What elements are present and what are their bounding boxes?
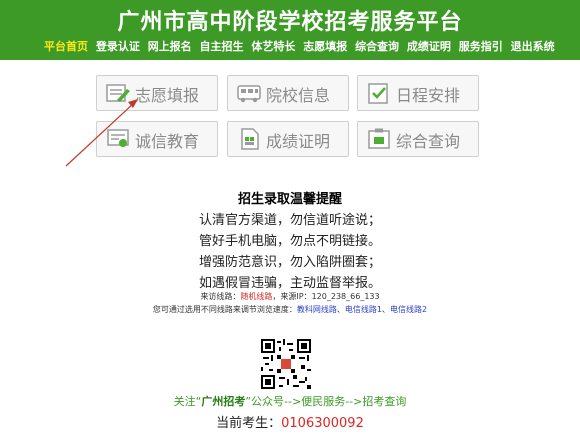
- follow-post: ”公众号-->便民服务-->招考查询: [245, 395, 407, 408]
- tile-comprehensive-query[interactable]: 综合查询: [357, 121, 479, 157]
- tile-schedule[interactable]: 日程安排: [357, 75, 479, 111]
- nav-score-cert[interactable]: 成绩证明: [407, 40, 451, 53]
- current-number: 0106300092: [281, 416, 364, 431]
- school-bus-icon: [237, 85, 261, 103]
- tile-score-cert-label: 成绩证明: [266, 132, 331, 151]
- reminder-line: 认清官方渠道，勿信道听途说；: [198, 213, 381, 228]
- route-link-telecom2[interactable]: 电信线路2: [390, 305, 427, 314]
- search-folder-icon: [368, 128, 390, 149]
- route-sep: 、: [382, 305, 390, 314]
- access-prefix: 来访线路：: [200, 292, 241, 301]
- qr-code: [261, 339, 311, 389]
- tile-score-cert[interactable]: 成绩证明: [227, 121, 349, 157]
- follow-wechat: 关注“广州招考”公众号-->便民服务-->招考查询: [0, 393, 580, 409]
- current-candidate: 当前考生：0106300092: [0, 412, 580, 431]
- page-title: 广州市高中阶段学校招考服务平台: [117, 10, 463, 35]
- tile-integrity[interactable]: 诚信教育: [96, 121, 218, 157]
- tile-comprehensive-query-label: 综合查询: [396, 132, 461, 151]
- access-info: 来访线路：随机线路，来源IP：120_238_66_133: [0, 291, 580, 302]
- form-icon: [106, 84, 130, 102]
- tile-school-info[interactable]: 院校信息: [227, 75, 349, 111]
- header-bar: 广州市高中阶段学校招考服务平台 平台首页 登录认证 网上报名 自主招生 体艺特长…: [0, 0, 580, 60]
- access-source-prefix: ，来源IP：: [272, 292, 312, 301]
- tile-integrity-label: 诚信教育: [135, 132, 200, 151]
- nav-query[interactable]: 综合查询: [355, 40, 399, 53]
- nav-guide[interactable]: 服务指引: [459, 40, 503, 53]
- reminder-title: 招生录取温馨提醒: [237, 192, 342, 207]
- tile-application[interactable]: 志愿填报: [96, 75, 218, 111]
- calendar-check-icon: [368, 83, 388, 104]
- route-link-telecom1[interactable]: 电信线路1: [345, 305, 382, 314]
- access-ip: 120_238_66_133: [311, 292, 380, 301]
- access-route[interactable]: 随机线路: [240, 292, 272, 301]
- nav-home[interactable]: 平台首页: [44, 40, 88, 53]
- follow-pre: 关注“: [173, 395, 202, 408]
- nav-arts-sports[interactable]: 体艺特长: [251, 40, 295, 53]
- nav-self-enroll[interactable]: 自主招生: [200, 40, 244, 53]
- top-nav: 平台首页 登录认证 网上报名 自主招生 体艺特长 志愿填报 综合查询 成绩证明 …: [44, 38, 559, 54]
- nav-register[interactable]: 网上报名: [148, 40, 192, 53]
- route-prefix: 您可通过选用不同线路来调节浏览速度：: [152, 305, 297, 314]
- document-icon: [241, 128, 259, 150]
- reminder-line: 管好手机电脑，勿点不明链接。: [198, 234, 381, 249]
- tile-schedule-label: 日程安排: [396, 86, 461, 105]
- nav-application[interactable]: 志愿填报: [303, 40, 347, 53]
- route-selector: 您可通过选用不同线路来调节浏览速度：教科网线路、电信线路1、电信线路2: [0, 304, 580, 315]
- nav-logout[interactable]: 退出系统: [511, 40, 555, 53]
- tile-school-info-label: 院校信息: [266, 86, 331, 105]
- reminder-line: 增强防范意识，勿入陷阱圈套；: [198, 255, 381, 270]
- route-sep: 、: [336, 305, 345, 314]
- certificate-icon: [107, 129, 129, 147]
- follow-account: 广州招考: [201, 395, 246, 408]
- tile-application-label: 志愿填报: [135, 86, 200, 105]
- current-label: 当前考生：: [216, 416, 282, 431]
- route-link-edu[interactable]: 教科网线路: [297, 305, 337, 314]
- nav-login[interactable]: 登录认证: [96, 40, 140, 53]
- reminder-line: 如遇假冒违骗，主动监督举报。: [198, 276, 381, 291]
